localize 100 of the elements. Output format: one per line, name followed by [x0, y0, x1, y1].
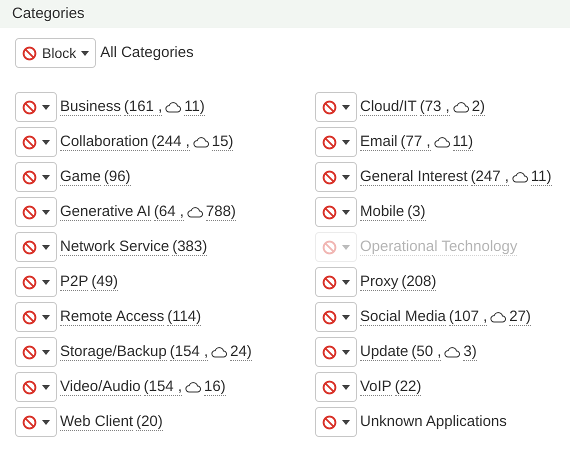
block-dropdown[interactable] [315, 407, 357, 437]
section-title: Categories [12, 5, 85, 22]
cloud-app-count: 24) [230, 343, 252, 361]
caret-icon [42, 350, 50, 354]
app-count: (3) [407, 203, 426, 221]
cloud-app-count: 27) [509, 308, 531, 326]
category-name: P2P [60, 273, 88, 291]
category-name: Mobile [360, 203, 404, 221]
block-icon [22, 274, 37, 290]
cloud-icon [434, 136, 450, 148]
app-count: (154 , [170, 343, 208, 361]
block-dropdown[interactable] [15, 302, 57, 332]
cloud-app-count: 3) [463, 343, 477, 361]
category-name: VoIP [360, 378, 392, 396]
caret-icon [342, 244, 350, 250]
block-dropdown[interactable] [15, 337, 57, 367]
category-name: Update [360, 343, 408, 361]
block-icon [322, 344, 337, 360]
app-count: (20) [136, 413, 163, 431]
cloud-app-count: 15) [212, 133, 234, 151]
caret-icon [342, 210, 350, 214]
block-dropdown[interactable] [315, 197, 357, 227]
app-count: (22) [394, 378, 422, 396]
app-count: (107 , [448, 308, 488, 326]
category-name: Storage/Backup [60, 343, 167, 361]
block-icon [322, 170, 337, 184]
block-icon [22, 134, 37, 150]
cloud-icon [452, 101, 469, 113]
caret-icon [342, 350, 350, 354]
block-dropdown[interactable] [15, 372, 57, 402]
block-dropdown[interactable] [315, 267, 357, 297]
caret-icon [42, 210, 50, 214]
caret-icon [342, 280, 350, 284]
block-icon [322, 100, 337, 114]
block-dropdown[interactable] [315, 337, 357, 367]
category-name: Generative AI [60, 203, 151, 221]
block-dropdown[interactable] [315, 302, 357, 332]
block-icon [22, 344, 37, 360]
caret-icon [342, 140, 350, 144]
block-dropdown[interactable] [15, 267, 57, 297]
cloud-app-count: 11) [530, 168, 552, 186]
block-dropdown[interactable] [315, 162, 357, 192]
category-name: Video/Audio [60, 378, 141, 396]
caret-icon [342, 420, 350, 424]
cloud-icon [444, 346, 460, 358]
category-name: Cloud/IT [360, 98, 417, 116]
block-dropdown[interactable] [315, 92, 357, 122]
block-dropdown[interactable] [15, 162, 57, 192]
caret-icon [342, 384, 350, 390]
caret-icon [42, 104, 50, 110]
category-name: Web Client [60, 413, 134, 431]
caret-icon [42, 174, 50, 180]
category-name: Unknown Applications [360, 412, 507, 432]
block-dropdown[interactable] [315, 127, 357, 157]
block-icon [322, 414, 337, 430]
app-count: (208) [401, 273, 436, 291]
cloud-icon [165, 101, 182, 113]
caret-icon [42, 280, 50, 284]
block-icon [22, 380, 37, 394]
block-icon [22, 100, 37, 114]
caret-icon [42, 314, 50, 320]
app-count: (154 , [144, 378, 182, 396]
category-name: Proxy [360, 273, 398, 291]
block-dropdown[interactable] [15, 127, 57, 157]
cloud-icon [211, 346, 228, 358]
block-icon [322, 380, 337, 394]
category-name: Email [360, 133, 398, 151]
category-name: Game [60, 168, 101, 186]
block-icon [22, 170, 37, 184]
cloud-icon [184, 381, 201, 393]
category-label: All Categories [100, 42, 194, 63]
block-icon [22, 240, 37, 254]
caret-icon [81, 50, 90, 56]
category-name: Social Media [360, 308, 446, 326]
cloud-app-count: 788) [206, 203, 236, 221]
app-count: (247 , [470, 168, 509, 186]
block-dropdown[interactable] [15, 197, 57, 227]
block-dropdown[interactable] [15, 232, 57, 262]
category-name: Operational Technology [360, 238, 518, 256]
app-count: (64 , [154, 203, 184, 221]
caret-icon [342, 314, 350, 320]
block-dropdown[interactable] [15, 407, 57, 437]
block-dropdown[interactable]: Block [15, 38, 96, 68]
app-count: (73 , [420, 98, 450, 116]
cloud-icon [186, 206, 203, 218]
caret-icon [42, 140, 50, 144]
caret-icon [342, 104, 350, 110]
block-icon [322, 240, 337, 254]
caret-icon [42, 244, 50, 250]
app-count: (50 , [411, 343, 442, 361]
block-icon [22, 204, 37, 220]
block-dropdown[interactable] [15, 92, 57, 122]
category-name: General Interest [360, 168, 468, 186]
caret-icon [42, 420, 50, 424]
block-dropdown[interactable] [315, 372, 357, 402]
category-name: Remote Access [60, 308, 164, 326]
block-icon [22, 310, 37, 324]
app-count: (114) [167, 308, 202, 326]
caret-icon [342, 174, 350, 180]
app-count: (383) [172, 238, 208, 256]
